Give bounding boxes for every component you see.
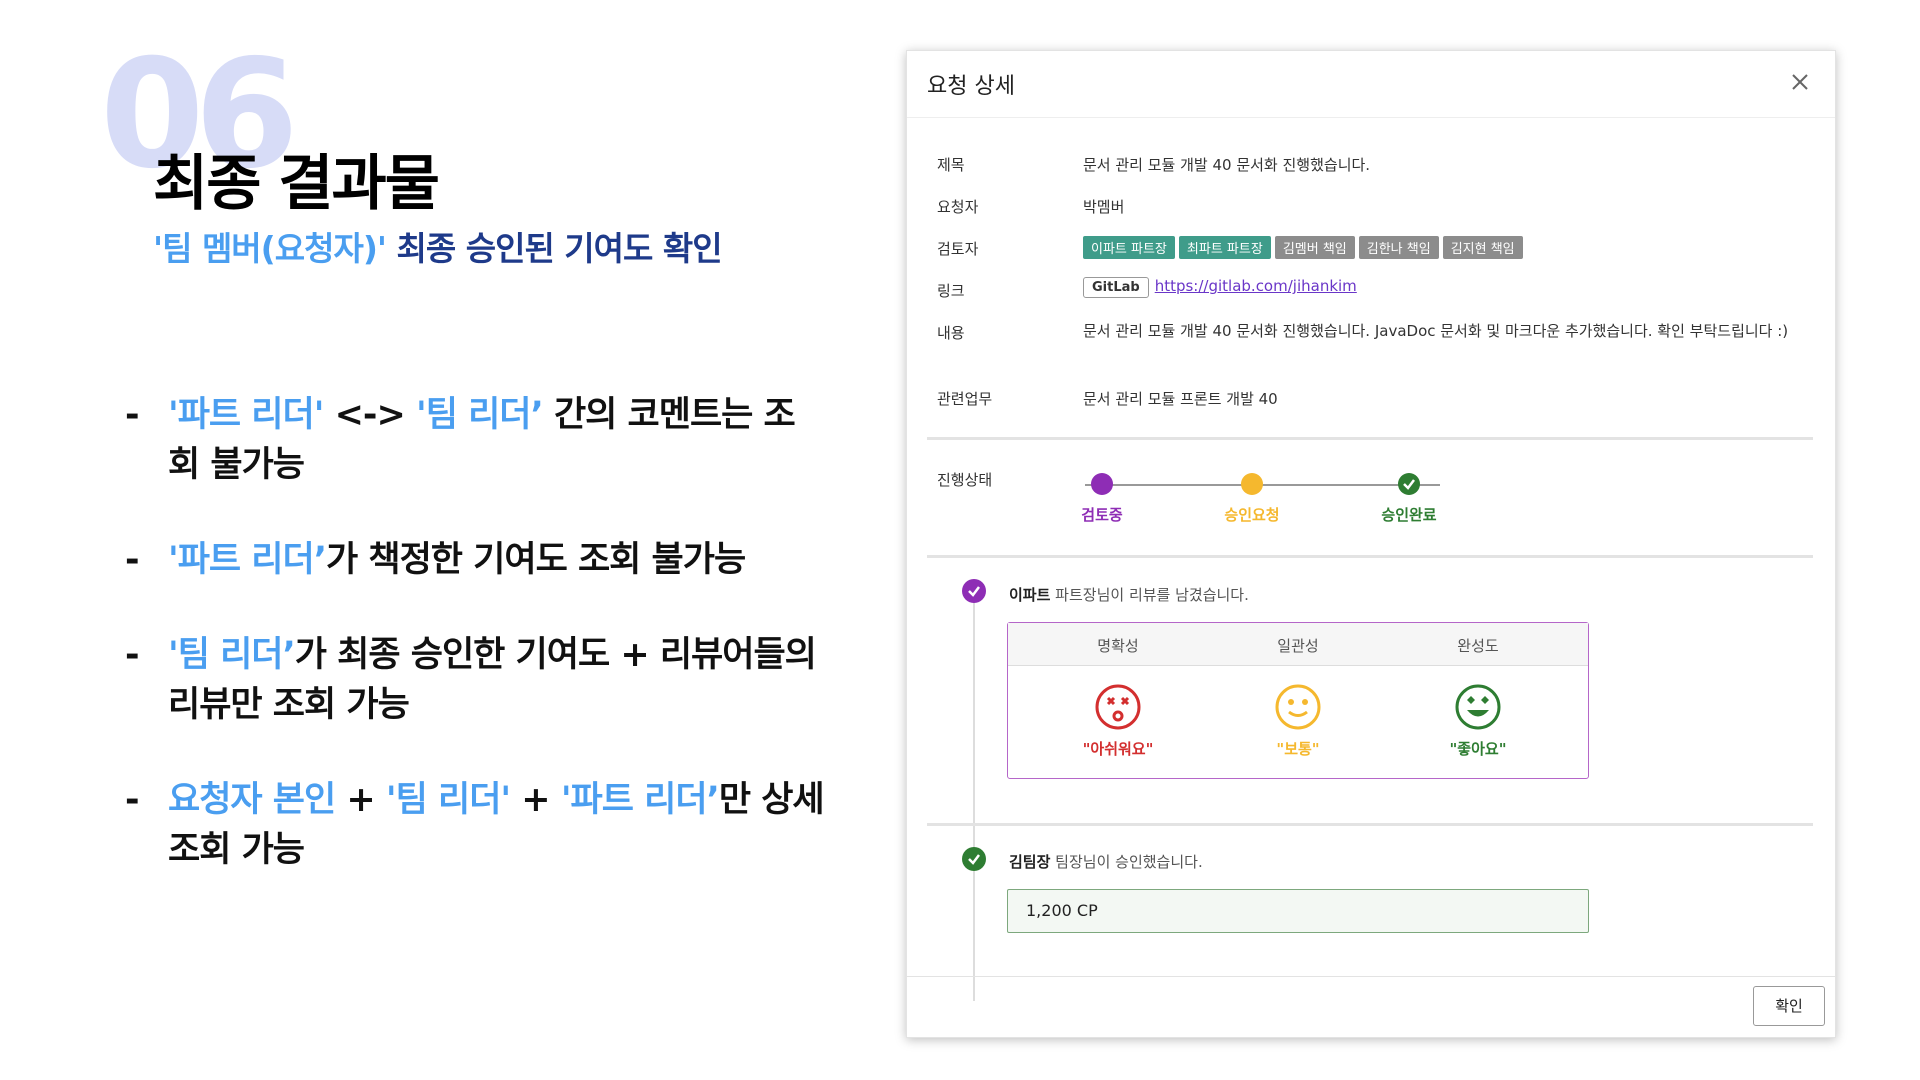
request-detail-modal: 요청 상세 제목 문서 관리 모듈 개발 40 문서화 진행했습니다. 요청자 …	[906, 50, 1836, 1038]
approver-name: 김팀장	[1009, 853, 1051, 871]
divider	[927, 555, 1813, 558]
divider	[927, 437, 1813, 440]
bullet-item: - '팀 리더’가 최종 승인한 기여도 + 리뷰어들의 리뷰만 조회 가능	[125, 630, 825, 730]
review-card: 명확성 일관성 완성도 "아쉬워요" "보통" "좋아요"	[1007, 622, 1589, 779]
subtitle-text: 최종 승인된 기여도 확인	[386, 229, 723, 268]
subtitle-highlight: '팀 멤버(요청자)'	[153, 229, 387, 268]
link-value: GitLab https://gitlab.com/jihankim	[1083, 277, 1357, 298]
step-dot-approval-request	[1241, 473, 1263, 495]
reviewer-tag: 김지현 책임	[1442, 236, 1523, 259]
bullet-highlight: '파트 리더’	[560, 780, 720, 820]
slide-subtitle: '팀 멤버(요청자)' 최종 승인된 기여도 확인	[153, 222, 723, 270]
content-value: 문서 관리 모듈 개발 40 문서화 진행했습니다. JavaDoc 문서화 및…	[1083, 322, 1789, 340]
sad-face-icon	[1094, 683, 1142, 731]
link-label: 링크	[937, 282, 965, 300]
bullet-item: - '파트 리더' <-> '팀 리더’ 간의 코멘트는 조회 불가능	[125, 390, 825, 490]
criterion-completeness: 완성도	[1457, 637, 1499, 655]
bullet-highlight: '파트 리더’	[168, 540, 327, 580]
requester-label: 요청자	[937, 198, 979, 216]
check-circle-icon	[962, 847, 986, 871]
related-label: 관련업무	[937, 390, 993, 408]
bullet-highlight: '파트 리더'	[168, 395, 324, 435]
modal-header: 요청 상세	[907, 51, 1835, 118]
bullet-text: +	[335, 780, 386, 820]
bullet-text: <->	[323, 395, 416, 435]
confirm-button[interactable]: 확인	[1753, 986, 1825, 1026]
happy-face-icon	[1454, 683, 1502, 731]
bullet-highlight: '팀 리더’	[168, 635, 296, 675]
neutral-face-icon	[1274, 683, 1322, 731]
gitlab-badge: GitLab	[1083, 277, 1149, 298]
reviewer-tag: 김멤버 책임	[1274, 236, 1355, 259]
title-label: 제목	[937, 156, 965, 174]
contribution-points-field: 1,200 CP	[1007, 889, 1589, 933]
bullet-dash: -	[125, 635, 139, 675]
rating-label-completeness: "좋아요"	[1449, 740, 1507, 758]
step-label-approval-request: 승인요청	[1224, 506, 1280, 524]
reviewer-tag: 최파트 파트장	[1178, 236, 1271, 259]
bullet-list: - '파트 리더' <-> '팀 리더’ 간의 코멘트는 조회 불가능 - '파…	[125, 390, 825, 920]
review-header: 명확성 일관성 완성도	[1008, 623, 1588, 666]
modal-title: 요청 상세	[927, 74, 1015, 99]
step-dot-reviewing	[1091, 473, 1113, 495]
rating-label-clarity: "아쉬워요"	[1082, 740, 1154, 758]
reviewer-tags: 이파트 파트장 최파트 파트장 김멤버 책임 김한나 책임 김지현 책임	[1083, 236, 1527, 259]
step-label-reviewing: 검토중	[1081, 506, 1123, 524]
check-circle-icon	[962, 579, 986, 603]
timeline-entry-approval: 김팀장 팀장님이 승인했습니다.	[1009, 851, 1203, 872]
criterion-clarity: 명확성	[1097, 637, 1139, 655]
bullet-text: 가 책정한 기여도 조회 불가능	[326, 540, 746, 580]
step-label-approved: 승인완료	[1381, 506, 1437, 524]
criterion-consistency: 일관성	[1277, 637, 1319, 655]
close-icon[interactable]	[1785, 67, 1815, 97]
bullet-item: - '파트 리더’가 책정한 기여도 조회 불가능	[125, 535, 825, 585]
related-value: 문서 관리 모듈 프론트 개발 40	[1083, 390, 1278, 408]
bullet-highlight: 요청자 본인	[168, 780, 336, 820]
footer-divider	[907, 976, 1835, 977]
bullet-text: +	[510, 780, 561, 820]
timeline-line	[973, 591, 975, 1001]
timeline-entry-review: 이파트 파트장님이 리뷰를 남겼습니다.	[1009, 584, 1249, 605]
bullet-dash: -	[125, 780, 139, 820]
reviewer-label: 검토자	[937, 240, 979, 258]
contribution-points-value: 1,200 CP	[1026, 901, 1098, 920]
bullet-dash: -	[125, 540, 139, 580]
check-icon	[1398, 473, 1420, 495]
reviewer-name: 이파트	[1009, 586, 1051, 604]
content-label: 내용	[937, 324, 965, 342]
slide-title: 최종 결과물	[153, 149, 440, 219]
reviewer-tag: 이파트 파트장	[1083, 236, 1175, 259]
rating-label-consistency: "보통"	[1276, 740, 1320, 758]
bullet-highlight: '팀 리더’	[415, 395, 544, 435]
requester-value: 박멤버	[1083, 198, 1125, 216]
bullet-item: - 요청자 본인 + '팀 리더' + '파트 리더’만 상세 조회 가능	[125, 775, 825, 875]
progress-label: 진행상태	[937, 471, 993, 489]
title-value: 문서 관리 모듈 개발 40 문서화 진행했습니다.	[1083, 156, 1371, 174]
gitlab-link[interactable]: https://gitlab.com/jihankim	[1155, 277, 1357, 295]
bullet-dash: -	[125, 395, 139, 435]
bullet-highlight: '팀 리더'	[385, 780, 511, 820]
timeline-text: 팀장님이 승인했습니다.	[1050, 853, 1203, 871]
divider	[927, 823, 1813, 826]
reviewer-tag: 김한나 책임	[1358, 236, 1439, 259]
timeline-text: 파트장님이 리뷰를 남겼습니다.	[1050, 586, 1249, 604]
